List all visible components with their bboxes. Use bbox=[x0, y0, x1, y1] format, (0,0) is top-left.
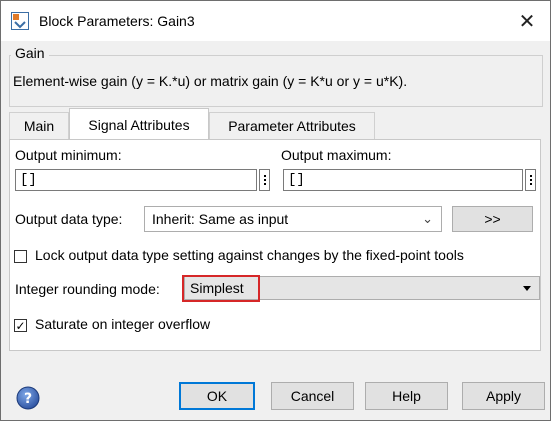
rounding-mode-label: Integer rounding mode: bbox=[15, 281, 160, 297]
cancel-button[interactable]: Cancel bbox=[271, 382, 354, 410]
output-maximum-options-icon[interactable] bbox=[525, 169, 536, 191]
output-data-type-select[interactable]: Inherit: Same as input ⌄ bbox=[144, 206, 442, 232]
svg-text:?: ? bbox=[24, 391, 32, 407]
help-label: Help bbox=[392, 388, 421, 404]
tab-signal-attributes-label: Signal Attributes bbox=[88, 116, 190, 133]
lock-output-checkbox[interactable] bbox=[14, 250, 27, 263]
help-button[interactable]: Help bbox=[365, 382, 448, 410]
tab-parameter-attributes[interactable]: Parameter Attributes bbox=[209, 112, 375, 139]
output-data-type-value: Inherit: Same as input bbox=[152, 211, 289, 227]
ok-button[interactable]: OK bbox=[179, 382, 255, 410]
window-title: Block Parameters: Gain3 bbox=[39, 13, 195, 29]
dropdown-arrow-icon bbox=[523, 286, 531, 291]
close-icon: ✕ bbox=[518, 10, 536, 33]
apply-label: Apply bbox=[485, 388, 522, 404]
tab-main-label: Main bbox=[23, 118, 55, 134]
tab-parameter-attributes-label: Parameter Attributes bbox=[228, 118, 356, 134]
tab-signal-attributes[interactable]: Signal Attributes bbox=[69, 108, 209, 140]
output-maximum-label: Output maximum: bbox=[281, 147, 392, 163]
checkmark-icon: ✓ bbox=[15, 318, 26, 333]
lock-output-label: Lock output data type setting against ch… bbox=[35, 247, 464, 263]
saturate-checkbox[interactable]: ✓ bbox=[14, 319, 27, 332]
saturate-label: Saturate on integer overflow bbox=[35, 316, 211, 332]
block-description: Element-wise gain (y = K.*u) or matrix g… bbox=[13, 73, 408, 89]
simulink-block-icon bbox=[11, 12, 29, 30]
ok-label: OK bbox=[206, 388, 228, 404]
output-minimum-label: Output minimum: bbox=[15, 147, 122, 163]
help-circle-icon[interactable]: ? bbox=[16, 386, 40, 410]
output-minimum-field[interactable]: [] bbox=[15, 169, 257, 191]
tab-main[interactable]: Main bbox=[9, 112, 69, 139]
block-parameters-dialog: Block Parameters: Gain3 ✕ Gain Element-w… bbox=[0, 0, 551, 421]
gain-group-legend: Gain bbox=[11, 45, 49, 61]
close-button[interactable]: ✕ bbox=[504, 1, 550, 41]
output-maximum-field[interactable]: [] bbox=[283, 169, 523, 191]
cancel-label: Cancel bbox=[290, 388, 335, 404]
title-bar: Block Parameters: Gain3 ✕ bbox=[1, 1, 550, 41]
data-type-assistant-label: >> bbox=[484, 211, 501, 227]
chevron-down-icon: ⌄ bbox=[422, 211, 433, 226]
output-data-type-label: Output data type: bbox=[15, 211, 123, 227]
rounding-mode-highlight bbox=[182, 275, 260, 302]
data-type-assistant-button[interactable]: >> bbox=[452, 206, 533, 232]
output-minimum-options-icon[interactable] bbox=[259, 169, 270, 191]
apply-button[interactable]: Apply bbox=[462, 382, 545, 410]
